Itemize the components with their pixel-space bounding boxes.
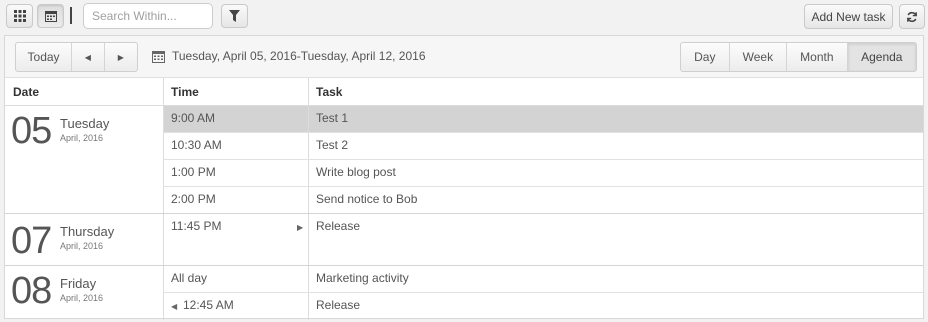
agenda-row[interactable]: 11:45 PM ▶ Release: [163, 214, 923, 265]
day-group-date: 07 Thursday April, 2016: [5, 214, 163, 265]
day-divider: [5, 213, 923, 214]
column-header-time: Time: [163, 78, 308, 106]
weekday-label: Tuesday: [60, 116, 110, 131]
weekday-label: Friday: [60, 276, 97, 291]
agenda-row[interactable]: 9:00 AM Test 1: [163, 106, 923, 133]
agenda-row[interactable]: All day Marketing activity: [163, 266, 923, 293]
weekday-label: Thursday: [60, 224, 115, 239]
column-header-date: Date: [5, 78, 163, 106]
event-task: Release: [316, 298, 361, 312]
column-header-task: Task: [308, 78, 923, 106]
event-time: 9:00 AM: [171, 111, 216, 125]
event-task: Test 1: [316, 111, 349, 125]
refresh-icon: [907, 11, 917, 22]
grid-icon: [13, 10, 26, 22]
view-switcher: Day Week Month Agenda: [680, 42, 917, 72]
chevron-left-icon: ◀: [84, 52, 91, 62]
row-divider: [163, 159, 923, 160]
month-year-label: April, 2016: [60, 293, 104, 303]
day-divider: [5, 265, 923, 266]
event-time: All day: [171, 271, 208, 285]
event-time: 2:00 PM: [171, 192, 216, 206]
event-time: 1:00 PM: [171, 165, 216, 179]
next-button[interactable]: ▶: [105, 43, 137, 71]
scheduler-panel: Today ◀ ▶ Tuesday, April 05, 2016-Tuesda…: [4, 35, 924, 320]
view-agenda-button[interactable]: Agenda: [847, 43, 916, 71]
row-divider: [163, 186, 923, 187]
event-task: Marketing activity: [316, 271, 409, 285]
agenda-row[interactable]: 1:00 PM Write blog post: [163, 160, 923, 187]
day-group-date: 08 Friday April, 2016: [5, 266, 163, 320]
column-divider: [308, 78, 309, 320]
filter-icon: [229, 10, 240, 22]
event-task: Write blog post: [316, 165, 396, 179]
agenda-row[interactable]: 2:00 PM Send notice to Bob: [163, 187, 923, 214]
agenda-row[interactable]: ◀ 12:45 AM Release: [163, 293, 923, 320]
day-number: 07: [11, 220, 52, 262]
refresh-button[interactable]: [899, 4, 925, 29]
date-navigation: Today ◀ ▶: [15, 42, 138, 72]
search-input[interactable]: [83, 3, 213, 29]
agenda-row[interactable]: 10:30 AM Test 2: [163, 133, 923, 160]
chevron-right-icon: ▶: [117, 52, 124, 62]
event-time: 12:45 AM: [183, 298, 234, 312]
row-divider: [163, 132, 923, 133]
event-time: 11:45 PM: [171, 219, 222, 233]
month-year-label: April, 2016: [60, 241, 104, 251]
view-week-button[interactable]: Week: [730, 43, 788, 71]
view-day-button[interactable]: Day: [681, 43, 730, 71]
event-task: Test 2: [316, 138, 349, 152]
previous-button[interactable]: ◀: [72, 43, 105, 71]
calendar-icon: [44, 11, 57, 22]
scheduler-navbar: Today ◀ ▶ Tuesday, April 05, 2016-Tuesda…: [5, 36, 923, 78]
event-time: 10:30 AM: [171, 138, 222, 152]
event-task: Send notice to Bob: [316, 192, 418, 206]
month-year-label: April, 2016: [60, 133, 104, 143]
day-group-date: 05 Tuesday April, 2016: [5, 106, 163, 213]
today-button[interactable]: Today: [16, 43, 73, 71]
view-month-button[interactable]: Month: [787, 43, 848, 71]
calendar-icon: [152, 50, 165, 63]
add-new-task-button[interactable]: Add New task: [804, 4, 893, 29]
event-task: Release: [316, 219, 361, 233]
continued-from-prev-icon: ◀: [171, 302, 178, 311]
row-divider: [163, 292, 923, 293]
calendar-view-button[interactable]: [37, 4, 64, 28]
day-number: 08: [11, 270, 52, 312]
day-number: 05: [11, 110, 52, 152]
date-range-label: Tuesday, April 05, 2016-Tuesday, April 1…: [172, 49, 426, 63]
column-divider: [163, 78, 164, 320]
filter-button[interactable]: [221, 4, 248, 28]
continues-next-icon: ▶: [297, 223, 304, 232]
date-range: Tuesday, April 05, 2016-Tuesday, April 1…: [152, 49, 426, 63]
toolbar-divider: [70, 7, 72, 24]
grid-view-button[interactable]: [6, 4, 33, 28]
